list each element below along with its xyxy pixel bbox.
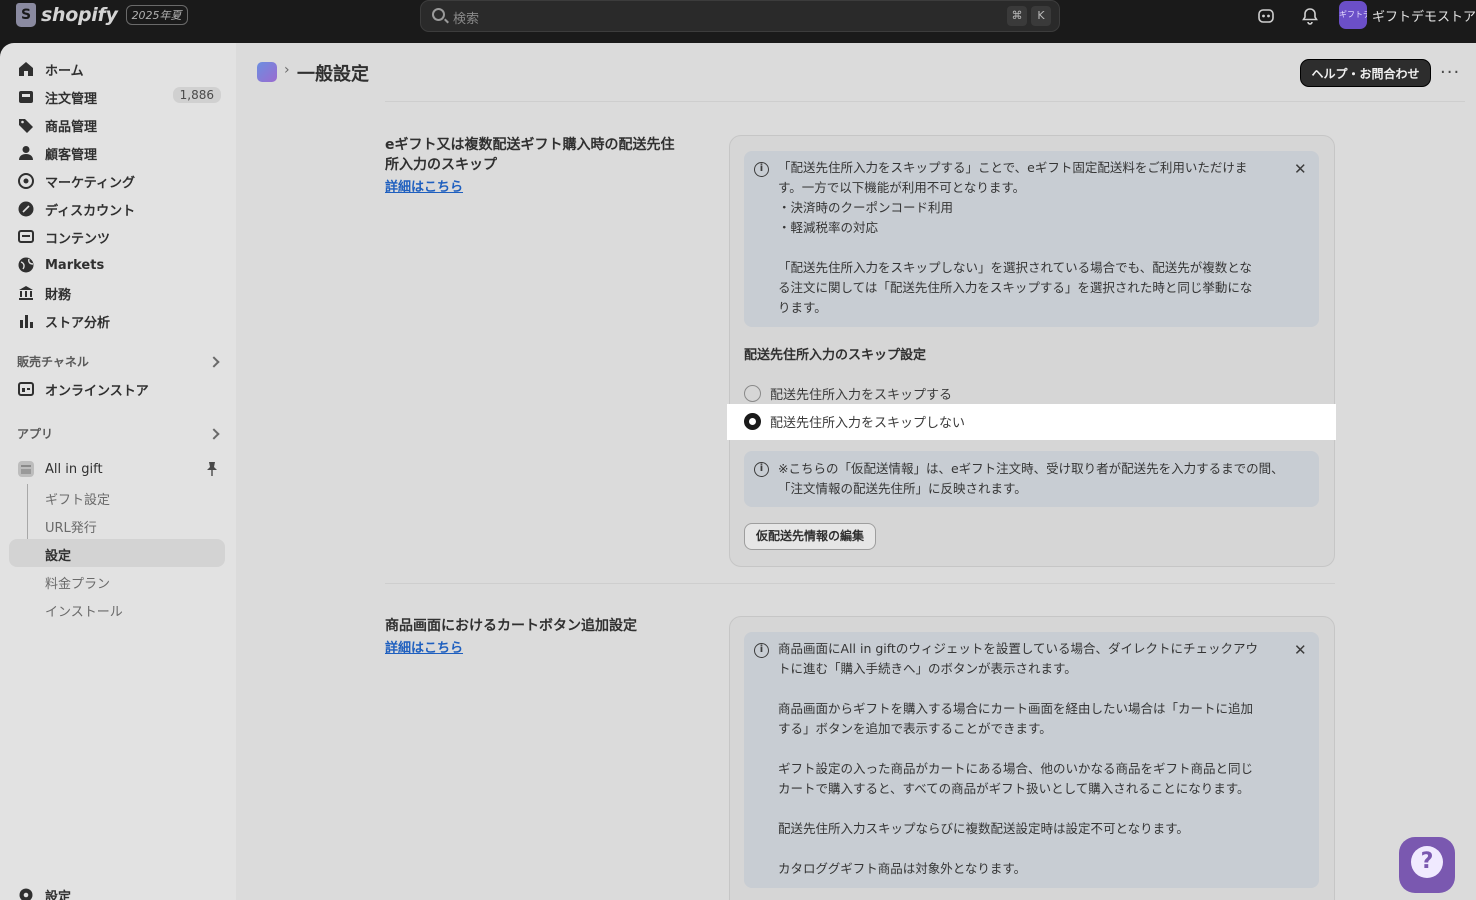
selected-item-highlight — [9, 539, 225, 567]
store-menu[interactable]: ギフトデモ ギフトデモストア — [1339, 0, 1476, 30]
content-icon — [18, 230, 34, 243]
shopify-logo[interactable]: shopify 2025年夏 — [16, 3, 188, 27]
app-logo[interactable] — [257, 62, 277, 82]
section-heading-cart-button: 商品画面におけるカートボタン追加設定 — [385, 618, 637, 634]
sidebar-item-orders[interactable]: 注文管理 1,886 — [17, 86, 227, 108]
help-contact-button[interactable]: ヘルプ・お問合わせ — [1300, 59, 1431, 87]
sidebar-item-finance[interactable]: 財務 — [17, 282, 227, 304]
search-placeholder: 検索 — [453, 12, 480, 27]
radio-label: 配送先住所入力をスキップする — [770, 388, 953, 403]
inbox-icon — [19, 91, 33, 103]
sidebar-item-label: Markets — [45, 257, 105, 273]
banner-text: 「配送先住所入力をスキップする」ことで、eギフト固定配送料をご利用いただけま す… — [778, 160, 1253, 315]
pin-icon[interactable] — [205, 461, 219, 477]
sidebar-item-home[interactable]: ホーム — [17, 58, 227, 80]
sales-channels-title[interactable]: 販売チャネル — [17, 353, 89, 370]
sidebar-item-label: オンラインストア — [45, 383, 149, 399]
banner-text: 商品画面にAll in giftのウィジェットを設置している場合、ダイレクトにチ… — [778, 641, 1258, 876]
sidebar-item-analytics[interactable]: ストア分析 — [17, 310, 227, 332]
sidebar-item-label: All in gift — [45, 461, 103, 477]
sidebar-item-marketing[interactable]: マーケティング — [17, 170, 227, 192]
home-icon — [19, 62, 33, 76]
shortcut-cmd-key: ⌘ — [1007, 6, 1027, 26]
sidekick-icon[interactable] — [1256, 6, 1276, 26]
bank-icon — [19, 286, 33, 300]
info-icon: i — [754, 643, 769, 658]
bar-chart-icon — [20, 315, 33, 328]
top-bar: shopify 2025年夏 検索 ⌘ K ギフトデモ ギフトデモストア — [0, 0, 1476, 43]
radio-label: 配送先住所入力をスキップしない — [770, 416, 966, 431]
edit-temp-address-button[interactable]: 仮配送先情報の編集 — [744, 523, 876, 550]
breadcrumb-separator: › — [284, 62, 290, 78]
gear-icon — [19, 888, 33, 900]
app-icon — [18, 461, 34, 477]
sidebar-item-customers[interactable]: 顧客管理 — [17, 142, 227, 164]
info-icon: i — [754, 462, 769, 477]
heading-line: eギフト又は複数配送ギフト購入時の配送先住 — [385, 137, 675, 153]
sidebar-item-content[interactable]: コンテンツ — [17, 226, 227, 248]
info-icon: i — [754, 162, 769, 177]
chat-help-button[interactable]: ? — [1399, 837, 1455, 893]
sidebar-item-label: ホーム — [45, 63, 84, 79]
sidebar-item-label: コンテンツ — [45, 231, 111, 247]
sidebar-item-label: ストア分析 — [45, 315, 111, 331]
sidebar-sub-item-pricing[interactable]: 料金プラン — [45, 573, 110, 592]
globe-icon — [18, 257, 34, 273]
sidebar-sub-item-url[interactable]: URL発行 — [45, 517, 97, 536]
radio-button-selected[interactable] — [744, 413, 761, 430]
sidebar-item-settings[interactable]: 設定 — [17, 884, 227, 900]
apps-title[interactable]: アプリ — [17, 425, 53, 442]
section-heading-shipping-skip: eギフト又は複数配送ギフト購入時の配送先住 所入力のスキップ — [385, 135, 675, 175]
search-icon — [432, 8, 445, 21]
page-title: 一般設定 — [297, 64, 369, 85]
edition-badge[interactable]: 2025年夏 — [125, 5, 188, 25]
bell-icon[interactable] — [1300, 6, 1320, 26]
sidebar-item-label: 設定 — [45, 889, 72, 900]
sidebar-item-label: 商品管理 — [45, 119, 98, 135]
radio-option-skip[interactable]: 配送先住所入力をスキップする — [744, 384, 952, 403]
sidebar-item-online-store[interactable]: オンラインストア — [17, 378, 227, 400]
note-text: ※こちらの「仮配送情報」は、eギフト注文時、受け取り者が配送先を入力するまでの間… — [778, 461, 1284, 496]
sidebar-sub-item-gift-settings[interactable]: ギフト設定 — [45, 489, 110, 508]
sidebar-item-label: 注文管理 — [45, 91, 98, 107]
logo-text: shopify — [41, 4, 118, 26]
sidebar-item-label: ディスカウント — [45, 203, 136, 219]
heading-line: 所入力のスキップ — [385, 157, 497, 173]
radio-button[interactable] — [744, 385, 761, 402]
store-name: ギフトデモストア — [1372, 9, 1476, 25]
divider — [385, 583, 1335, 584]
sidebar-sub-item-settings[interactable]: 設定 — [45, 545, 71, 564]
sidebar-item-markets[interactable]: Markets — [17, 254, 227, 276]
sidebar-item-label: マーケティング — [45, 175, 135, 191]
more-actions-button[interactable]: ··· — [1440, 62, 1460, 83]
divider — [385, 101, 1465, 102]
question-icon: ? — [1411, 846, 1443, 878]
sidebar-item-discounts[interactable]: ディスカウント — [17, 198, 227, 220]
store-avatar: ギフトデモ — [1339, 1, 1367, 29]
sidebar-sub-item-install[interactable]: インストール — [45, 601, 123, 620]
sidebar-item-label: 財務 — [45, 287, 72, 303]
sidebar-item-all-in-gift[interactable]: All in gift — [17, 458, 227, 480]
shortcut-k-key: K — [1031, 6, 1051, 26]
person-icon — [19, 146, 33, 160]
target-icon — [18, 173, 34, 189]
details-link[interactable]: 詳細はこちら — [385, 176, 463, 195]
close-icon[interactable]: ✕ — [1294, 160, 1307, 178]
sidebar-item-products[interactable]: 商品管理 — [17, 114, 227, 136]
tag-icon — [19, 119, 33, 133]
discount-icon — [18, 201, 34, 217]
close-icon[interactable]: ✕ — [1294, 641, 1307, 659]
search-input[interactable]: 検索 ⌘ K — [420, 0, 1060, 32]
skip-setting-label: 配送先住所入力のスキップ設定 — [744, 348, 927, 363]
details-link[interactable]: 詳細はこちら — [385, 637, 463, 656]
shopify-bag-icon — [16, 3, 36, 27]
radio-option-no-skip[interactable]: 配送先住所入力をスキップしない — [744, 412, 965, 431]
sidebar-item-label: 顧客管理 — [45, 147, 98, 163]
orders-count-badge: 1,886 — [172, 87, 221, 103]
storefront-icon — [18, 382, 34, 396]
